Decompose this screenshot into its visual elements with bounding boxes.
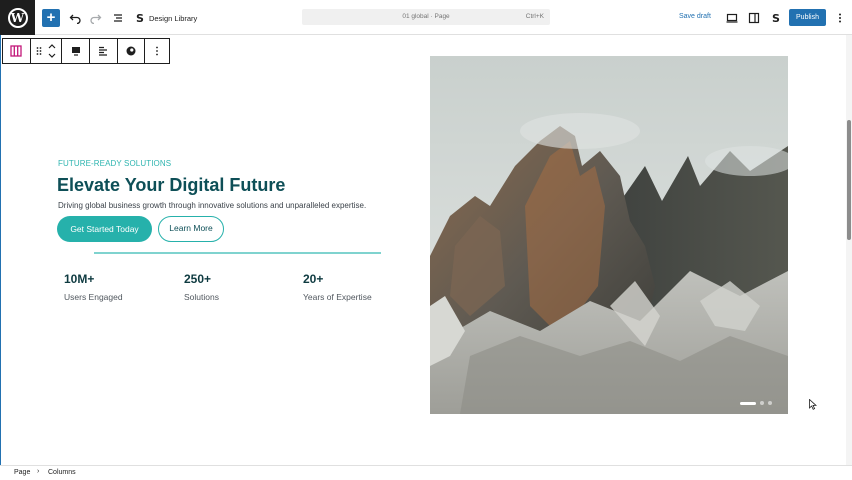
learn-more-button[interactable]: Learn More [158,216,224,242]
redo-button[interactable] [87,9,105,27]
stat-value: 10M+ [64,272,95,286]
undo-button[interactable] [66,9,84,27]
sidebar-icon [748,12,760,24]
slider-dot[interactable] [768,401,772,405]
mouse-cursor-icon [809,399,817,410]
stat-label: Years of Expertise [303,292,372,302]
editor-top-toolbar: W + S Design Library 01 global · Page Ct… [0,0,852,35]
block-toolbar [2,38,170,64]
move-up-down-icon[interactable] [48,44,56,58]
breadcrumb-separator: › [37,468,40,475]
move-controls [31,39,63,63]
add-block-button[interactable]: + [42,9,60,27]
slider-dot[interactable] [760,401,764,405]
get-started-button[interactable]: Get Started Today [57,216,152,242]
block-variation-button[interactable] [62,39,90,63]
redo-icon [90,14,102,24]
design-library-button[interactable]: S Design Library [136,10,197,26]
stat-value: 20+ [303,272,324,286]
block-square-icon [71,47,80,56]
drag-handle-icon[interactable] [36,46,42,56]
preview-button[interactable] [723,9,741,27]
hero-divider [94,252,381,254]
more-vertical-icon [839,13,841,23]
stat-years[interactable]: 20+ Years of Expertise [303,272,372,302]
command-palette-bar[interactable]: 01 global · Page Ctrl+K [302,9,550,25]
scrollbar-thumb[interactable] [847,120,851,240]
options-button[interactable] [831,9,849,27]
slider-pagination [740,401,772,405]
stat-users[interactable]: 10M+ Users Engaged [64,272,123,302]
save-draft-button[interactable]: Save draft [679,13,711,20]
wordpress-logo-button[interactable]: W [0,0,35,35]
document-title: 01 global · Page [402,13,450,20]
more-vertical-icon [156,46,159,56]
design-library-label: Design Library [148,13,198,23]
undo-icon [69,14,81,24]
block-breadcrumb: Page › Columns [0,465,852,480]
settings-sidebar-button[interactable] [745,9,763,27]
breadcrumb-columns[interactable]: Columns [48,469,76,476]
slider-dot-active[interactable] [740,401,756,405]
drop-palette-icon [126,46,136,56]
wordpress-icon: W [7,7,28,28]
command-shortcut: Ctrl+K [525,13,544,20]
stackable-icon: S [772,11,780,25]
columns-block-type-button[interactable] [3,39,31,63]
hero-description[interactable]: Driving global business growth through i… [58,201,366,210]
style-button[interactable] [118,39,146,63]
columns-icon [10,45,22,57]
align-button[interactable] [90,39,118,63]
stat-label: Solutions [184,292,219,302]
hero-eyebrow[interactable]: FUTURE-READY SOLUTIONS [58,159,171,168]
canvas-scrollbar[interactable] [846,35,852,465]
breadcrumb-page[interactable]: Page [14,469,30,476]
align-left-icon [99,46,108,56]
desktop-icon [726,13,738,23]
hero-heading[interactable]: Elevate Your Digital Future [57,175,285,196]
publish-button[interactable]: Publish [789,9,826,26]
stat-solutions[interactable]: 250+ Solutions [184,272,219,302]
stackable-logo-icon: S [136,11,144,25]
block-options-button[interactable] [145,39,169,63]
document-overview-button[interactable] [109,9,127,27]
stat-value: 250+ [184,272,212,286]
list-view-icon [114,14,122,22]
stackable-settings-button[interactable]: S [767,9,785,27]
hero-mountain-image[interactable] [430,56,788,414]
stat-label: Users Engaged [64,292,123,302]
